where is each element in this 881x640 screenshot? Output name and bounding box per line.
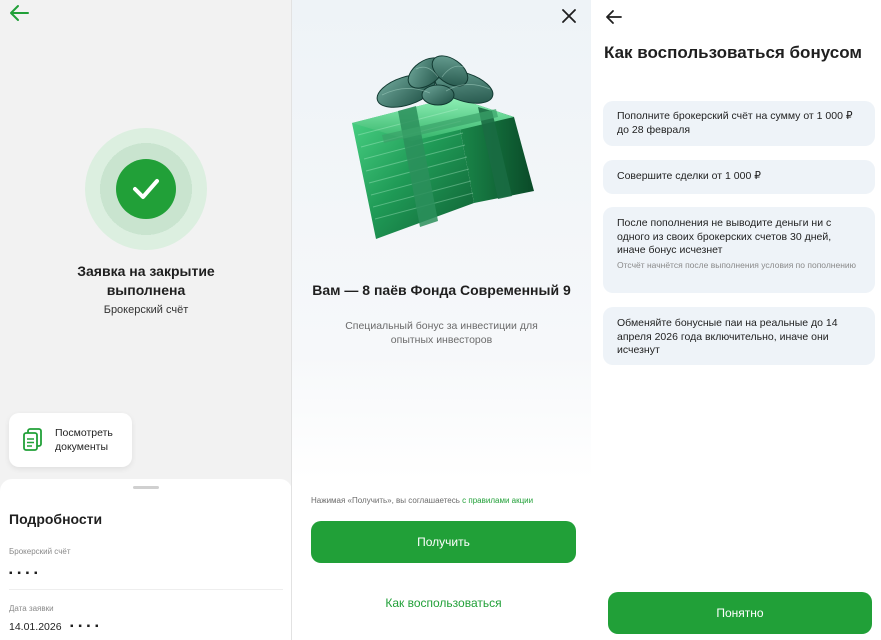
step-text: Пополните брокерский счёт на сумму от 1 … [617,110,853,136]
step-text: Совершите сделки от 1 000 ₽ [617,170,761,182]
step-text: После пополнения не выводите деньги ни с… [617,217,832,256]
view-documents-label: Посмотреть документы [55,427,113,453]
divider [9,589,283,590]
close-icon[interactable] [562,9,576,23]
view-documents-button[interactable]: Посмотреть документы [9,413,132,467]
date-label: Дата заявки [9,604,54,613]
step-card: Обменяйте бонусные паи на реальные до 14… [603,307,875,365]
details-sheet: Подробности Брокерский счёт ▪ ▪ ▪ ▪ Дата… [0,479,292,640]
back-arrow-icon[interactable] [8,4,30,22]
date-value-masked: ▪ ▪ ▪ ▪ [70,621,100,632]
back-arrow-icon[interactable] [605,9,623,25]
step-note: Отсчёт начнётся после выполнения условия… [617,259,857,270]
offer-actions: Нажимая «Получить», вы соглашаетесь с пр… [292,484,591,640]
account-value-masked: ▪ ▪ ▪ ▪ [9,568,39,579]
step-card: Совершите сделки от 1 000 ₽ [603,160,875,194]
how-to-use-link[interactable]: Как воспользоваться [311,596,576,610]
date-value: 14.01.2026 [9,621,62,633]
closure-complete-screen: Заявка на закрытие выполнена Брокерский … [0,0,292,640]
step-card: Пополните брокерский счёт на сумму от 1 … [603,101,875,146]
offer-title: Вам — 8 паёв Фонда Современный 9 [312,282,571,298]
gift-box-icon [352,55,534,239]
get-bonus-button[interactable]: Получить [311,521,576,563]
documents-icon [23,428,42,451]
offer-subtitle: Специальный бонус за инвестиции для опыт… [345,320,538,346]
completion-title: Заявка на закрытие выполнена [77,263,215,298]
success-check-icon [116,159,176,219]
completion-subtitle: Брокерский счёт [103,304,189,316]
step-text: Обменяйте бонусные паи на реальные до 14… [617,317,838,356]
terms-prefix: Нажимая «Получить», вы соглашаетесь [311,496,460,505]
step-card: После пополнения не выводите деньги ни с… [603,207,875,293]
bonus-offer-screen: Вам — 8 паёв Фонда Современный 9 Специал… [292,0,591,640]
details-heading: Подробности [9,511,103,527]
how-to-title: Как воспользоваться бонусом [604,43,862,62]
success-status [85,128,207,250]
terms-link[interactable]: с правилами акции [462,496,533,505]
got-it-button[interactable]: Понятно [608,592,872,634]
account-label: Брокерский счёт [9,547,71,556]
sheet-handle[interactable] [133,486,159,489]
terms-text: Нажимая «Получить», вы соглашаетесь с пр… [311,496,533,505]
how-to-use-screen: Как воспользоваться бонусом Пополните бр… [591,0,881,640]
